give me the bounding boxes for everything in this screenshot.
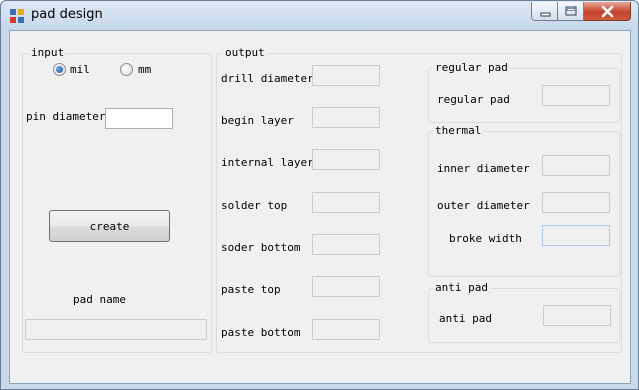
thermal-legend: thermal — [433, 124, 484, 138]
window-title: pad design — [31, 7, 103, 22]
solder-top-field[interactable] — [312, 192, 380, 213]
output-label-solder-top: solder top — [221, 199, 288, 212]
app-window: pad design input mil mm pin diameter cre… — [0, 0, 639, 390]
broke-width-label: broke width — [449, 232, 522, 245]
internal-layer-field[interactable] — [312, 149, 380, 170]
output-label-soder-bottom: soder bottom — [221, 241, 301, 254]
title-bar[interactable]: pad design — [1, 1, 638, 30]
outer-diameter-field[interactable] — [542, 192, 610, 213]
radio-selected-dot — [56, 66, 63, 73]
regular-pad-label: regular pad — [437, 93, 510, 106]
output-legend: output — [223, 46, 267, 60]
soder-bottom-field[interactable] — [312, 234, 380, 255]
anti-pad-label: anti pad — [439, 312, 492, 325]
input-group: input — [22, 46, 212, 353]
unit-mm-label[interactable]: mm — [138, 63, 151, 77]
inner-diameter-label: inner diameter — [437, 162, 530, 175]
unit-mm-radio[interactable] — [120, 63, 133, 76]
output-label-paste-top: paste top — [221, 283, 281, 296]
minimize-icon — [540, 12, 551, 17]
app-icon — [10, 9, 24, 23]
drill-diameter-field[interactable] — [312, 65, 380, 86]
paste-bottom-field[interactable] — [312, 319, 380, 340]
outer-diameter-label: outer diameter — [437, 199, 530, 212]
create-button[interactable]: create — [49, 210, 170, 242]
pad-name-label: pad name — [73, 293, 126, 306]
input-legend: input — [29, 46, 67, 60]
begin-layer-field[interactable] — [312, 107, 380, 128]
maximize-icon — [565, 6, 577, 16]
pin-diameter-input[interactable] — [105, 108, 173, 129]
regular-pad-field[interactable] — [542, 85, 610, 106]
inner-diameter-field[interactable] — [542, 155, 610, 176]
close-icon — [601, 5, 614, 18]
output-label-internal-layer: internal layer — [221, 156, 314, 169]
minimize-button[interactable] — [531, 2, 558, 21]
output-label-drill-diameter: drill diameter — [221, 72, 314, 85]
broke-width-field[interactable] — [542, 225, 610, 246]
form-client-area: input mil mm pin diameter create pad nam… — [9, 30, 631, 384]
paste-top-field[interactable] — [312, 276, 380, 297]
maximize-button[interactable] — [558, 2, 584, 21]
unit-mil-label[interactable]: mil — [70, 63, 90, 77]
anti-pad-legend: anti pad — [433, 281, 490, 295]
close-button[interactable] — [584, 2, 631, 21]
pin-diameter-label: pin diameter — [26, 110, 106, 123]
regular-pad-legend: regular pad — [433, 61, 510, 75]
pad-name-input[interactable] — [25, 319, 207, 340]
output-label-begin-layer: begin layer — [221, 114, 294, 127]
output-label-paste-bottom: paste bottom — [221, 326, 301, 339]
anti-pad-field[interactable] — [543, 305, 611, 326]
unit-mil-radio[interactable] — [53, 63, 66, 76]
